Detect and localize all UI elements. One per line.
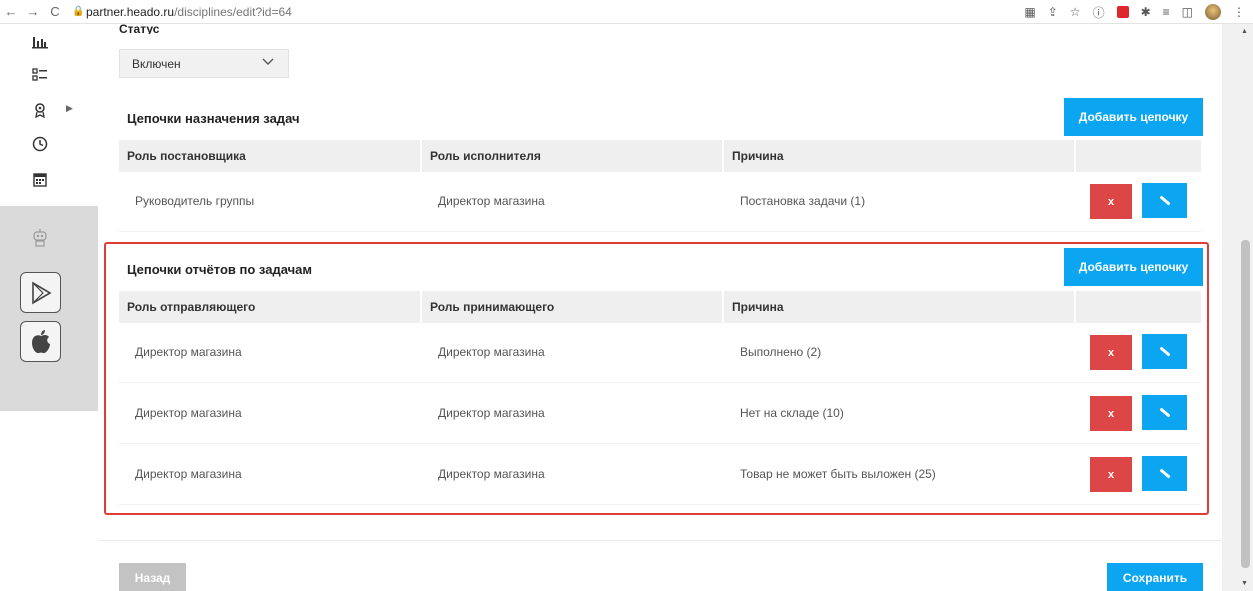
assignment-table-header: Роль постановщика Роль исполнителя Причи… <box>119 140 1201 172</box>
scrollbar[interactable]: ▲ ▼ <box>1238 24 1253 591</box>
bar-chart-icon[interactable] <box>28 30 52 54</box>
extension-icon[interactable] <box>1116 6 1129 18</box>
status-value: Включен <box>132 56 181 71</box>
pencil-icon <box>1158 195 1171 206</box>
expand-arrow-icon[interactable]: ▶ <box>66 103 73 114</box>
scroll-up-icon[interactable]: ▲ <box>1241 28 1248 35</box>
row-to-role: Директор магазина <box>438 194 545 208</box>
google-play-icon[interactable] <box>20 272 61 313</box>
reading-list-icon[interactable]: ≡ <box>1163 5 1170 19</box>
apple-icon[interactable] <box>20 321 61 362</box>
address-bar[interactable]: 🔒 partner.heado.ru/disciplines/edit?id=6… <box>72 5 292 19</box>
highlight-box <box>104 242 1209 515</box>
column-header: Роль постановщика <box>119 140 422 172</box>
back-button[interactable]: Назад <box>119 563 186 591</box>
forward-arrow-icon[interactable]: → <box>22 4 44 19</box>
puzzle-icon[interactable]: ✱ <box>1141 5 1151 19</box>
calendar-icon[interactable] <box>28 167 52 191</box>
back-arrow-icon[interactable]: ← <box>0 4 22 19</box>
row-actions: x <box>1076 171 1201 231</box>
status-label: Статус <box>119 24 160 34</box>
sidebar-apps-panel <box>0 206 98 411</box>
scroll-down-icon[interactable]: ▼ <box>1241 580 1248 587</box>
checklist-icon[interactable] <box>28 63 52 87</box>
assignment-chains-title: Цепочки назначения задач <box>127 111 300 126</box>
bookmark-star-icon[interactable]: ☆ <box>1070 5 1081 19</box>
delete-button[interactable]: x <box>1090 184 1132 219</box>
browser-toolbar: ← → C 🔒 partner.heado.ru/disciplines/edi… <box>0 0 1253 24</box>
add-assignment-chain-button[interactable]: Добавить цепочку <box>1064 98 1203 136</box>
extensions-area: ▦ ⇪ ☆ ⓘ ✱ ≡ ◫ ⋮ <box>1024 0 1245 24</box>
save-button[interactable]: Сохранить <box>1107 563 1203 591</box>
info-icon[interactable]: ⓘ <box>1093 4 1105 21</box>
column-header: Роль исполнителя <box>422 140 724 172</box>
clock-icon[interactable] <box>28 132 52 156</box>
award-icon[interactable] <box>28 98 52 122</box>
column-header: Причина <box>724 140 1076 172</box>
share-icon[interactable]: ⇪ <box>1048 5 1058 19</box>
row-reason: Постановка задачи (1) <box>740 194 866 208</box>
profile-avatar[interactable] <box>1205 4 1221 20</box>
menu-dots-icon[interactable]: ⋮ <box>1233 5 1245 19</box>
status-select[interactable]: Включен <box>119 49 289 78</box>
translate-icon[interactable]: ▦ <box>1024 5 1035 19</box>
url-host: partner.heado.ru <box>86 4 175 19</box>
column-header <box>1076 140 1201 172</box>
footer-divider <box>98 540 1222 541</box>
scroll-thumb[interactable] <box>1241 240 1250 568</box>
reload-icon[interactable]: C <box>44 4 66 19</box>
url-path: /disciplines/edit?id=64 <box>174 4 292 19</box>
robot-icon[interactable] <box>28 226 52 250</box>
edit-button[interactable] <box>1142 183 1187 218</box>
lock-icon: 🔒 <box>72 6 85 17</box>
table-row: Руководитель группы Директор магазина По… <box>119 171 1201 232</box>
side-panel-icon[interactable]: ◫ <box>1182 5 1193 19</box>
sidebar: ▶ <box>0 24 98 591</box>
row-from-role: Руководитель группы <box>135 194 255 208</box>
chevron-down-icon <box>262 57 274 69</box>
